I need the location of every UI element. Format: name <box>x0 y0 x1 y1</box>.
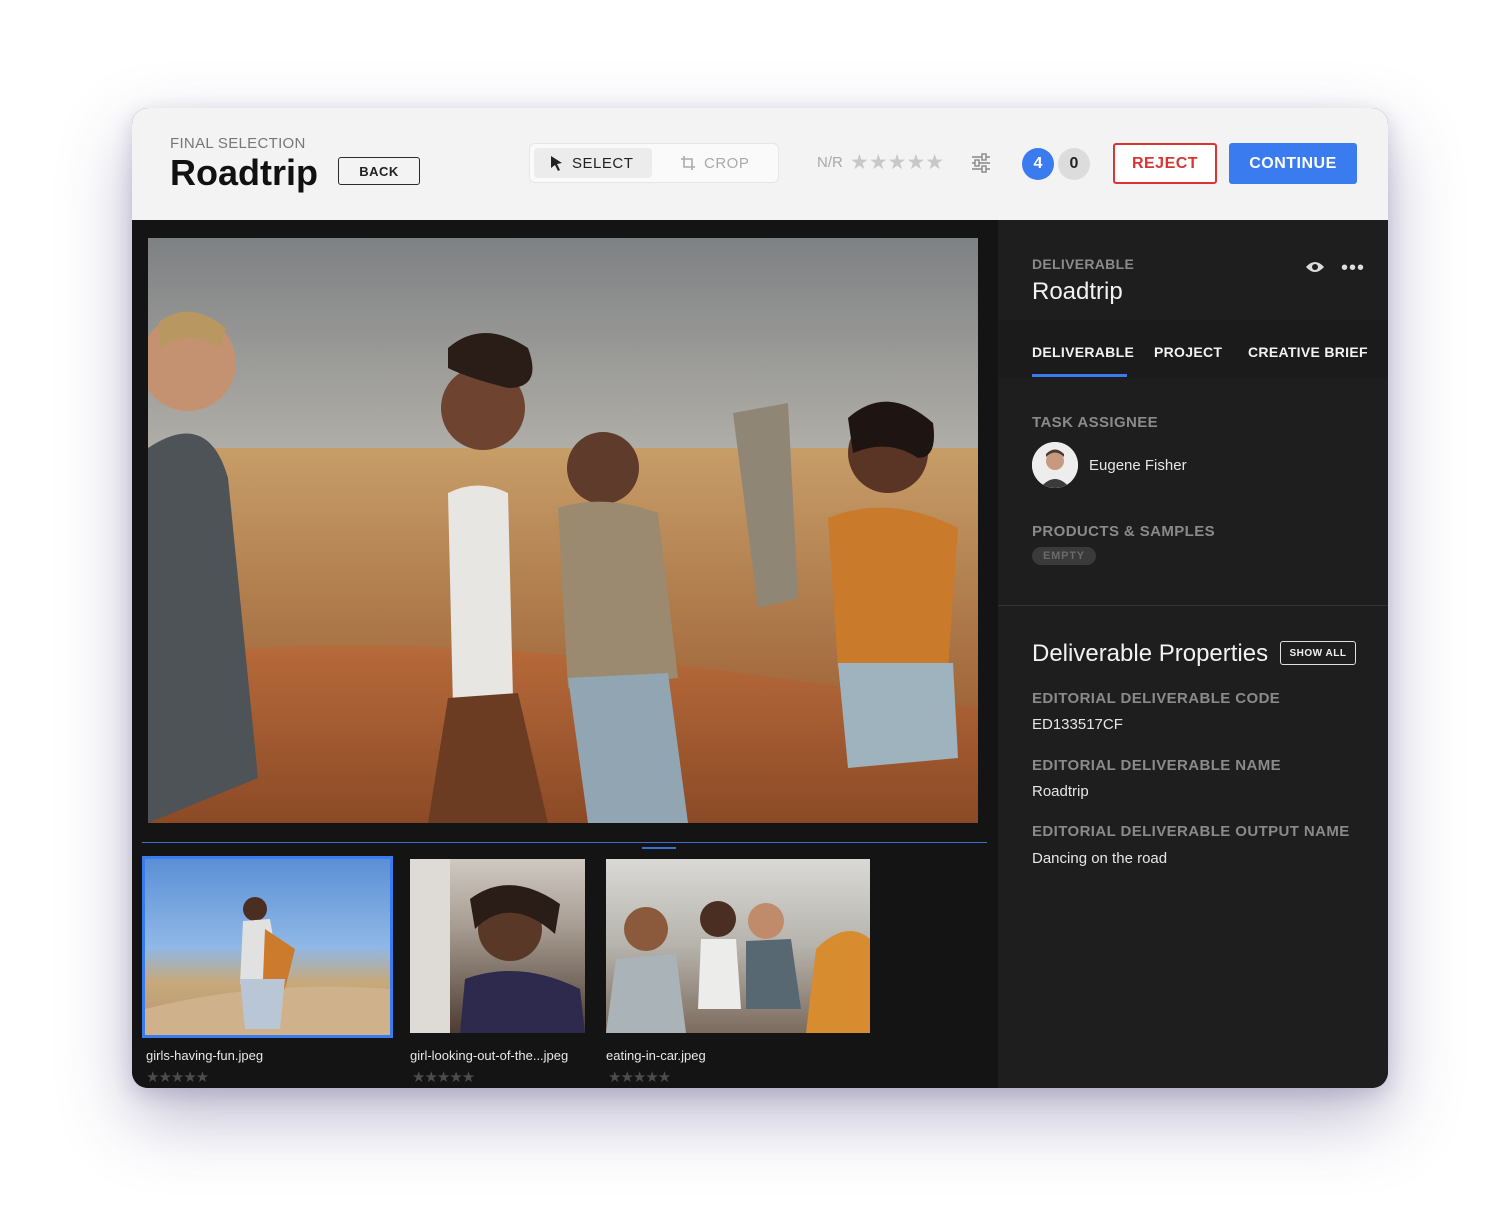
thumbnail-scene <box>145 897 390 1035</box>
thumbnail-filename: eating-in-car.jpeg <box>606 1048 706 1063</box>
rating-label: N/R <box>817 154 843 171</box>
app-window: FINAL SELECTION Roadtrip BACK SELECT CRO… <box>132 108 1388 1088</box>
thumbnail-item[interactable]: girl-looking-out-of-the...jpeg ★★★★★ <box>410 856 586 1088</box>
adjustments-icon[interactable] <box>970 152 992 174</box>
empty-badge: EMPTY <box>1032 547 1096 565</box>
sidebar-title: Roadtrip <box>1032 278 1123 305</box>
section-divider <box>998 605 1388 606</box>
sidebar-tabs: DELIVERABLE PROJECT CREATIVE BRIEF <box>998 320 1388 378</box>
assignee-name[interactable]: Eugene Fisher <box>1089 457 1187 474</box>
image-viewer: girls-having-fun.jpeg ★★★★★ girl-looking… <box>132 220 998 1088</box>
thumbnail-image[interactable] <box>606 859 870 1033</box>
reject-button[interactable]: REJECT <box>1113 143 1217 184</box>
thumbnail-rating[interactable]: ★★★★★ <box>412 1068 475 1086</box>
thumbnail-scene <box>410 859 585 1033</box>
rating-stars[interactable]: ★★★★★ <box>850 150 944 175</box>
property-label: EDITORIAL DELIVERABLE OUTPUT NAME <box>1032 823 1350 840</box>
active-tab-indicator <box>1032 374 1127 377</box>
sidebar-eyebrow: DELIVERABLE <box>1032 256 1135 272</box>
select-tool-button[interactable]: SELECT <box>534 148 652 178</box>
thumbnail-item[interactable]: eating-in-car.jpeg ★★★★★ <box>606 856 872 1088</box>
properties-title: Deliverable Properties <box>1032 640 1269 667</box>
crop-icon <box>681 156 695 170</box>
property-label: EDITORIAL DELIVERABLE NAME <box>1032 757 1282 774</box>
avatar-portrait <box>1032 442 1078 488</box>
main-photo[interactable] <box>148 238 978 823</box>
back-button[interactable]: BACK <box>338 157 420 185</box>
tab-project[interactable]: PROJECT <box>1154 344 1222 360</box>
thumbnail-item[interactable]: girls-having-fun.jpeg ★★★★★ <box>142 856 394 1088</box>
sidebar-header: DELIVERABLE Roadtrip ••• <box>998 220 1388 320</box>
thumbnail-rating[interactable]: ★★★★★ <box>146 1068 209 1086</box>
continue-button[interactable]: CONTINUE <box>1229 143 1357 184</box>
filmstrip-resize-handle[interactable] <box>642 847 676 849</box>
thumbnail-rating[interactable]: ★★★★★ <box>608 1068 671 1086</box>
task-assignee-label: TASK ASSIGNEE <box>1032 414 1159 431</box>
tool-switcher: SELECT CROP <box>530 144 778 182</box>
page-eyebrow: FINAL SELECTION <box>170 135 306 152</box>
thumbnail-filename: girl-looking-out-of-the...jpeg <box>410 1048 569 1063</box>
top-toolbar: FINAL SELECTION Roadtrip BACK SELECT CRO… <box>132 108 1388 220</box>
property-value: ED133517CF <box>1032 716 1123 733</box>
rejected-count-badge[interactable]: 0 <box>1058 148 1090 180</box>
filmstrip-divider <box>142 842 987 843</box>
eye-icon[interactable] <box>1305 260 1325 274</box>
products-samples-label: PRODUCTS & SAMPLES <box>1032 523 1216 540</box>
property-value: Dancing on the road <box>1032 850 1168 867</box>
avatar <box>1032 442 1078 488</box>
main-photo-scene <box>148 238 978 823</box>
details-sidebar: DELIVERABLE Roadtrip ••• DELIVERABLE PRO… <box>998 220 1388 1088</box>
property-value: Roadtrip <box>1032 783 1089 800</box>
thumbnail-filename: girls-having-fun.jpeg <box>146 1048 264 1063</box>
thumbnail-scene <box>606 901 870 1033</box>
tab-deliverable[interactable]: DELIVERABLE <box>1032 344 1134 360</box>
selected-count-badge[interactable]: 4 <box>1022 148 1054 180</box>
crop-tool-label: CROP <box>704 154 750 172</box>
tab-creative-brief[interactable]: CREATIVE BRIEF <box>1248 344 1368 360</box>
select-tool-label: SELECT <box>572 154 634 172</box>
thumbnail-image[interactable] <box>142 856 393 1038</box>
property-label: EDITORIAL DELIVERABLE CODE <box>1032 690 1281 707</box>
show-all-button[interactable]: SHOW ALL <box>1280 641 1356 665</box>
crop-tool-button[interactable]: CROP <box>664 148 774 178</box>
more-options-icon[interactable]: ••• <box>1341 258 1365 278</box>
thumbnail-image[interactable] <box>410 859 585 1033</box>
cursor-icon <box>551 156 562 171</box>
page-title: Roadtrip <box>170 152 318 193</box>
